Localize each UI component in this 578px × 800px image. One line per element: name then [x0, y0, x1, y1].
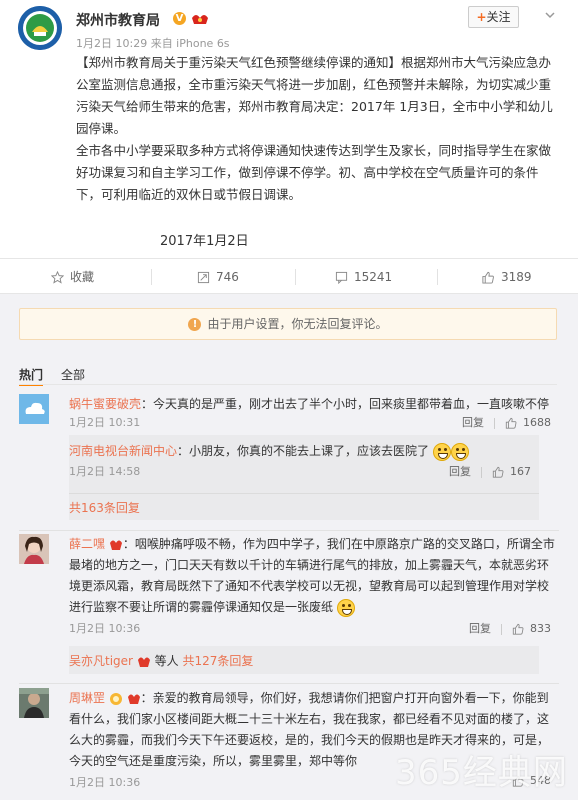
- thumbs-up-icon[interactable]: [505, 417, 517, 429]
- comment-text: 薛二嘿 ：咽喉肿痛呼吸不畅，作为四中学子，我们在中原路京广路的交叉路口，所谓全市…: [69, 534, 559, 618]
- reply-user-name[interactable]: 河南电视台新闻中心: [69, 444, 177, 458]
- divider: [19, 683, 559, 684]
- reply-button[interactable]: 回复: [469, 622, 491, 635]
- vip-badge-icon: [127, 694, 140, 704]
- post-header: 郑州市教育局 V 1月2日 10:29 来自 iPhone 6s +关注: [18, 6, 563, 52]
- repost-button[interactable]: 746: [197, 259, 239, 295]
- more-replies-link[interactable]: 共127条回复: [182, 654, 253, 668]
- like-button[interactable]: 3189: [481, 259, 532, 295]
- divider: [151, 269, 152, 285]
- tab-all[interactable]: 全部: [61, 366, 85, 383]
- thumbs-up-icon[interactable]: [512, 623, 524, 635]
- laugh-emoji-icon: [336, 598, 355, 617]
- notice-text: 由于用户设置，你无法回复评论。: [207, 317, 388, 331]
- divider: [295, 269, 296, 285]
- government-badge-icon: [192, 15, 208, 24]
- comment-time: 1月2日 10:36: [69, 622, 141, 635]
- comment-body: ：今天真的是严重，刚才出去了半个小时，回来痰里都带着血，一直咳嗽不停: [141, 397, 550, 411]
- laugh-emoji-icon: [450, 442, 469, 461]
- comment-time: 1月2日 10:36: [69, 776, 141, 789]
- author-avatar[interactable]: [18, 6, 62, 50]
- reply-thread: 河南电视台新闻中心：小朋友，你真的不能去上课了，应该去医院了 1月2日 14:5…: [69, 435, 539, 520]
- reply-like-count: 167: [510, 465, 531, 478]
- comment-time: 1月2日 10:31: [69, 416, 141, 429]
- follow-label: 关注: [486, 10, 511, 24]
- post-paragraph-2: 全市各中小学要采取多种方式将停课通知快速传达到学生及家长，同时指导学生在家做好功…: [76, 143, 552, 202]
- repost-icon: [197, 271, 210, 284]
- reply-time: 1月2日 14:58: [69, 465, 141, 478]
- vip-badge-icon: [109, 540, 122, 550]
- reply-summary-mid: 等人: [154, 654, 179, 668]
- author-name[interactable]: 郑州市教育局: [76, 10, 160, 30]
- tab-hot[interactable]: 热门: [19, 366, 43, 383]
- comment-text: 蜗牛蜜要破壳：今天真的是严重，刚才出去了半个小时，回来痰里都带着血，一直咳嗽不停: [69, 394, 559, 415]
- vip-badge-icon: [137, 657, 150, 667]
- reply-summary: 吴亦凡tiger 等人 共127条回复: [69, 646, 539, 674]
- divider: [69, 493, 539, 494]
- favorite-label: 收藏: [70, 270, 95, 284]
- reply-actions: 回复 167: [449, 463, 531, 479]
- reply-user-name[interactable]: 吴亦凡tiger: [69, 654, 133, 668]
- verified-icon: V: [173, 12, 186, 25]
- divider: [19, 384, 557, 385]
- thumbs-up-icon: [482, 271, 494, 284]
- commenter-avatar[interactable]: [19, 394, 49, 424]
- reply-button[interactable]: 回复: [462, 416, 484, 429]
- thumbs-up-icon[interactable]: [492, 466, 504, 478]
- post-meta: 1月2日 10:29 来自 iPhone 6s: [76, 37, 230, 50]
- site-watermark: 365经典网: [395, 753, 568, 793]
- reply-disabled-notice: ! 由于用户设置，你无法回复评论。: [19, 308, 557, 340]
- reply-summary-text: 吴亦凡tiger 等人 共127条回复: [69, 652, 253, 669]
- post-date: 2017年1月2日: [160, 234, 249, 249]
- more-replies-link[interactable]: 共163条回复: [69, 499, 140, 516]
- warning-icon: !: [188, 318, 202, 331]
- post-paragraph-1: 【郑州市教育局关于重污染天气红色预警继续停课的通知】根据郑州市大气污染应急办公室…: [76, 55, 553, 136]
- divider: [19, 530, 559, 531]
- commenter-avatar[interactable]: [19, 688, 49, 718]
- comment-icon: [335, 271, 348, 285]
- commenter-name[interactable]: 蜗牛蜜要破壳: [69, 397, 141, 411]
- commenter-name[interactable]: 周琳罡: [69, 691, 105, 705]
- commenter-avatar[interactable]: [19, 534, 49, 564]
- action-bar: 收藏 746 15241 3189: [0, 258, 578, 294]
- star-icon: [50, 270, 65, 284]
- medal-icon: [109, 692, 122, 705]
- post-body: 【郑州市教育局关于重污染天气红色预警继续停课的通知】根据郑州市大气污染应急办公室…: [76, 52, 554, 206]
- comment-button[interactable]: 15241: [335, 259, 392, 295]
- commenter-name[interactable]: 薛二嘿: [69, 537, 105, 551]
- favorite-button[interactable]: 收藏: [50, 259, 95, 295]
- comment-count: 15241: [354, 270, 393, 284]
- laugh-emoji-icon: [432, 442, 451, 461]
- reply-button[interactable]: 回复: [449, 465, 471, 478]
- repost-count: 746: [216, 270, 239, 284]
- comment-body: ：咽喉肿痛呼吸不畅，作为四中学子，我们在中原路京广路的交叉路口，所谓全市最堵的地…: [69, 537, 555, 614]
- divider: [437, 269, 438, 285]
- plus-icon: +: [476, 10, 487, 24]
- chevron-down-icon[interactable]: [543, 8, 557, 22]
- reply-text: 河南电视台新闻中心：小朋友，你真的不能去上课了，应该去医院了: [69, 441, 539, 462]
- comment-like-count: 833: [530, 622, 551, 635]
- follow-button[interactable]: +关注: [468, 6, 519, 28]
- comment-actions: 回复 1688: [462, 414, 551, 430]
- like-count: 3189: [501, 270, 532, 284]
- comment-like-count: 1688: [523, 416, 551, 429]
- comment-area: ! 由于用户设置，你无法回复评论。 热门 全部 蜗牛蜜要破壳：今天真的是严重，刚才…: [0, 294, 578, 800]
- reply-body: ：小朋友，你真的不能去上课了，应该去医院了: [177, 444, 430, 458]
- comment-actions: 回复 833: [469, 620, 551, 636]
